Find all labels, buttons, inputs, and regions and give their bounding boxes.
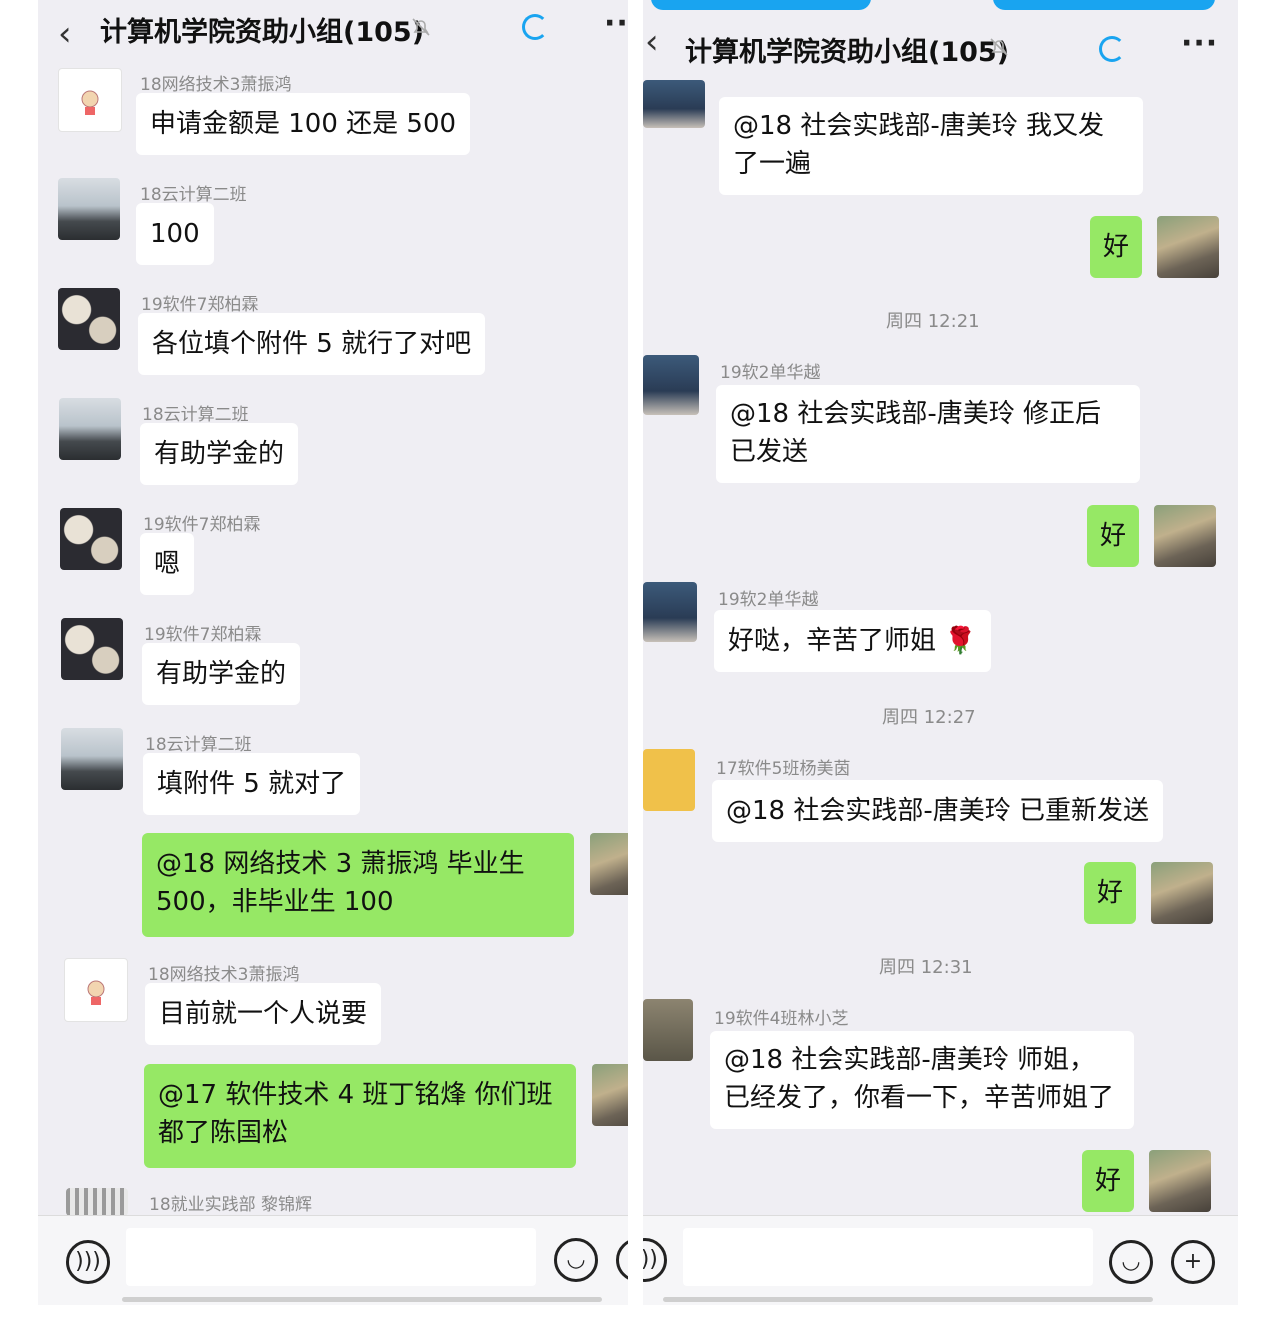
- chat-title: 计算机学院资助小组(105): [685, 37, 1010, 68]
- emoji-icon[interactable]: ◡: [1109, 1240, 1153, 1284]
- avatar[interactable]: [59, 398, 121, 460]
- message-bubble[interactable]: 填附件 5 就对了: [143, 753, 361, 815]
- avatar[interactable]: [643, 355, 699, 415]
- timestamp: 周四 12:31: [879, 957, 973, 978]
- avatar[interactable]: [66, 1188, 128, 1216]
- message-bubble[interactable]: @18 社会实践部-唐美玲 师姐，已经发了，你看一下，辛苦师姐了: [710, 1031, 1134, 1129]
- status-pill: [993, 0, 1215, 10]
- my-message-bubble[interactable]: 好: [1084, 862, 1136, 924]
- chevron-left-icon[interactable]: ‹: [645, 22, 659, 62]
- sender-name: 18云计算二班: [140, 185, 247, 205]
- chevron-left-icon[interactable]: ‹: [58, 14, 72, 54]
- plus-icon[interactable]: +: [1171, 1240, 1215, 1284]
- chat-header: ‹ 计算机学院资助小组(105) ···: [643, 12, 1238, 80]
- voice-icon[interactable]: ))): [643, 1238, 667, 1282]
- chat-header: ‹ 计算机学院资助小组(105) ··: [38, 0, 628, 64]
- voice-icon[interactable]: ))): [66, 1240, 110, 1284]
- avatar[interactable]: [58, 68, 122, 132]
- avatar[interactable]: [60, 508, 122, 570]
- cartoon-icon: [87, 980, 105, 1005]
- my-avatar[interactable]: [1154, 505, 1216, 567]
- sender-name: 19软2单华越: [718, 590, 819, 610]
- avatar[interactable]: [643, 999, 693, 1061]
- message-bubble[interactable]: 有助学金的: [140, 423, 299, 485]
- avatar[interactable]: [64, 958, 128, 1022]
- avatar[interactable]: [61, 728, 123, 790]
- avatar[interactable]: [58, 178, 120, 240]
- avatar[interactable]: [643, 582, 697, 642]
- my-avatar[interactable]: [1149, 1150, 1211, 1212]
- sender-name: 19软件7郑柏霖: [144, 625, 262, 645]
- my-message-bubble[interactable]: @18 网络技术 3 萧振鸿 毕业生 500，非毕业生 100: [142, 833, 574, 937]
- my-message-bubble[interactable]: 好: [1090, 216, 1142, 278]
- left-chat-panel: ‹ 计算机学院资助小组(105) ·· 18网络技术3萧振鸿 申请金额是 100…: [38, 0, 628, 1305]
- refresh-ring-icon[interactable]: [1099, 36, 1125, 62]
- input-bar: ))) ◡ +: [643, 1215, 1238, 1305]
- input-bar: ))) ◡ +: [38, 1215, 628, 1305]
- status-pill: [651, 0, 871, 10]
- sender-name: 18就业实践部 黎锦辉: [149, 1195, 313, 1215]
- my-message-bubble[interactable]: 好: [1082, 1150, 1134, 1212]
- my-avatar[interactable]: [592, 1064, 628, 1126]
- sender-name: 18网络技术3萧振鸿: [140, 75, 292, 95]
- sender-name: 18网络技术3萧振鸿: [148, 965, 300, 985]
- chat-title: 计算机学院资助小组(105): [100, 17, 425, 48]
- message-bubble[interactable]: @18 社会实践部-唐美玲 修正后已发送: [716, 385, 1140, 483]
- more-dots-icon[interactable]: ··: [604, 6, 628, 41]
- my-avatar[interactable]: [1151, 862, 1213, 924]
- sender-name: 18云计算二班: [142, 405, 249, 425]
- message-bubble[interactable]: @18 社会实践部-唐美玲 我又发了一遍: [719, 97, 1143, 195]
- sender-name: 19软件4班林小芝: [714, 1009, 849, 1029]
- message-bubble[interactable]: 有助学金的: [142, 643, 301, 705]
- avatar[interactable]: [58, 288, 120, 350]
- bell-off-icon: [412, 18, 430, 36]
- right-chat-panel: ‹ 计算机学院资助小组(105) ··· @18 社会实践部-唐美玲 我又发了一…: [643, 0, 1238, 1305]
- bell-off-icon: [990, 38, 1008, 56]
- emoji-icon[interactable]: ◡: [554, 1238, 598, 1282]
- sender-name: 19软2单华越: [720, 363, 821, 383]
- sender-name: 17软件5班杨美茵: [716, 759, 851, 779]
- message-bubble[interactable]: 各位填个附件 5 就行了对吧: [138, 313, 486, 375]
- refresh-ring-icon[interactable]: [522, 14, 548, 40]
- timestamp: 周四 12:27: [882, 707, 976, 728]
- cartoon-icon: [81, 90, 99, 115]
- message-bubble[interactable]: 目前就一个人说要: [145, 983, 382, 1045]
- timestamp: 周四 12:21: [886, 311, 980, 332]
- message-bubble[interactable]: 100: [136, 203, 214, 265]
- my-avatar[interactable]: [590, 833, 628, 895]
- my-avatar[interactable]: [1157, 216, 1219, 278]
- home-indicator: [122, 1297, 602, 1302]
- message-bubble[interactable]: 申请金额是 100 还是 500: [136, 93, 471, 155]
- avatar[interactable]: [61, 618, 123, 680]
- message-input[interactable]: [126, 1228, 536, 1286]
- my-message-bubble[interactable]: 好: [1087, 505, 1139, 567]
- message-bubble[interactable]: 好哒，辛苦了师姐 🌹: [714, 610, 991, 672]
- sender-name: 19软件7郑柏霖: [141, 295, 259, 315]
- plus-icon[interactable]: +: [616, 1238, 628, 1282]
- sender-name: 18云计算二班: [145, 735, 252, 755]
- message-input[interactable]: [683, 1228, 1093, 1286]
- more-dots-icon[interactable]: ···: [1181, 26, 1218, 61]
- avatar[interactable]: [643, 80, 705, 128]
- my-message-bubble[interactable]: @17 软件技术 4 班丁铭烽 你们班都了陈国松: [144, 1064, 576, 1168]
- message-bubble[interactable]: @18 社会实践部-唐美玲 已重新发送: [712, 780, 1163, 842]
- home-indicator: [663, 1297, 1153, 1302]
- avatar[interactable]: [643, 749, 695, 811]
- message-bubble[interactable]: 嗯: [140, 533, 195, 595]
- sender-name: 19软件7郑柏霖: [143, 515, 261, 535]
